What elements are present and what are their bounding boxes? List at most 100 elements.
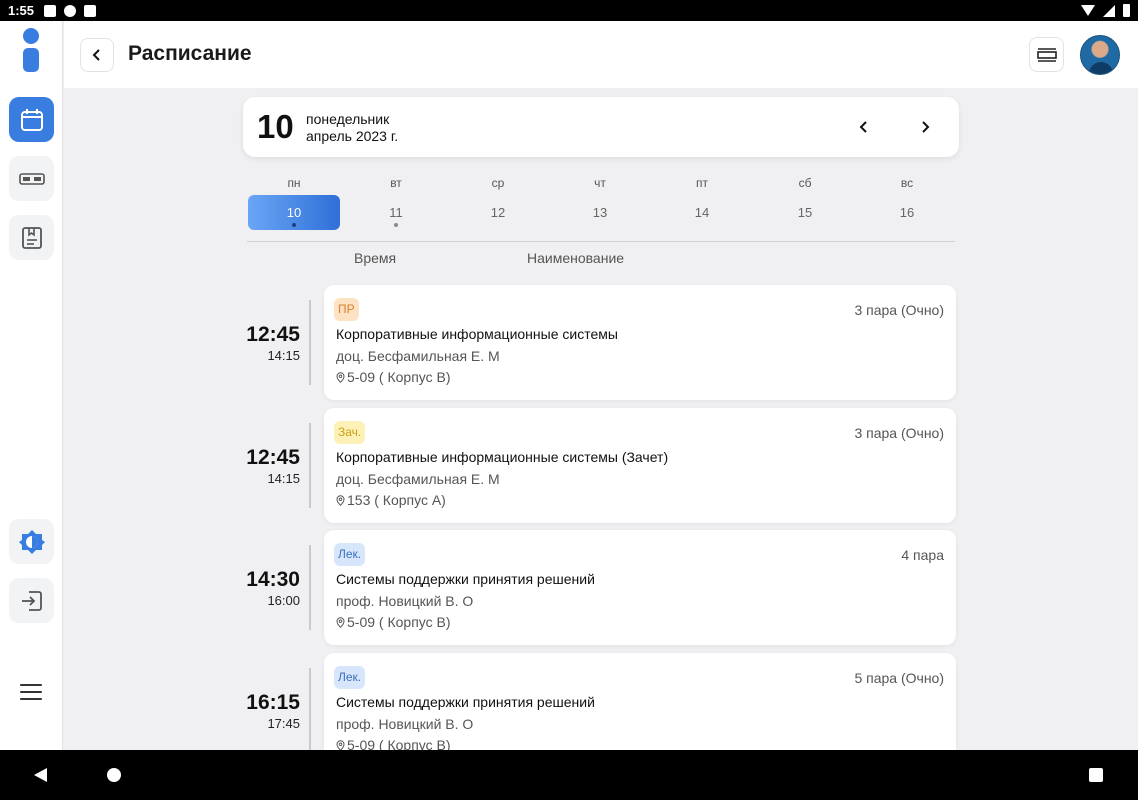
lesson-start-time: 12:45 (246, 446, 300, 469)
day-abbr: пн (287, 176, 301, 190)
battery-icon (1123, 4, 1130, 17)
day-number: 16 (899, 205, 915, 220)
back-button[interactable] (80, 38, 114, 72)
chevron-left-icon (859, 121, 867, 133)
day-abbr: вт (390, 176, 402, 190)
lesson-room-text: 5-09 ( Корпус В) (347, 614, 451, 630)
calendar-icon (20, 108, 43, 131)
nav-back-icon[interactable] (34, 768, 47, 782)
app-header: Расписание (64, 21, 1138, 88)
day-abbr: пт (696, 176, 708, 190)
lesson-teacher: доц. Бесфамильная Е. М (336, 348, 500, 364)
week-divider (247, 241, 955, 242)
location-pin-icon (336, 739, 345, 751)
day-saturday[interactable]: сб 15 (759, 170, 851, 232)
sd-card-icon (84, 4, 97, 17)
lesson-end-time: 14:15 (267, 471, 300, 486)
day-sunday[interactable]: вс 16 (861, 170, 953, 232)
nav-recents-icon[interactable] (1089, 768, 1103, 782)
day-cell: 10 (248, 195, 340, 230)
lesson-card[interactable]: ПР 3 пара (Очно) Корпоративные информаци… (324, 285, 956, 400)
lesson-room-text: 153 ( Корпус А) (347, 492, 446, 508)
back-chevron-icon (92, 49, 100, 61)
rail-theme-button[interactable] (9, 519, 54, 564)
day-wednesday[interactable]: ср 12 (452, 170, 544, 232)
lesson-start-time: 16:15 (246, 691, 300, 714)
lesson-room-text: 5-09 ( Корпус В) (347, 369, 451, 385)
lesson-start-time: 12:45 (246, 323, 300, 346)
lesson-card[interactable]: Зач. 3 пара (Очно) Корпоративные информа… (324, 408, 956, 523)
selected-month-year: апрель 2023 г. (306, 128, 399, 144)
lesson-type-badge: ПР (334, 298, 359, 321)
day-monday[interactable]: пн 10 (248, 170, 340, 232)
lesson-end-time: 16:00 (267, 593, 300, 608)
lesson-title: Системы поддержки принятия решений (336, 571, 595, 587)
lesson-card[interactable]: Лек. 4 пара Системы поддержки принятия р… (324, 530, 956, 645)
lesson-type-badge: Зач. (334, 421, 366, 444)
column-header-time: Время (354, 250, 397, 266)
rail-journal-button[interactable] (9, 215, 54, 260)
day-cell: 15 (759, 195, 851, 230)
day-cell: 11 (350, 195, 442, 230)
day-cell: 16 (861, 195, 953, 230)
lesson-timeline-bar (309, 545, 311, 630)
day-abbr: вс (900, 176, 914, 190)
rail-tickets-button[interactable] (9, 156, 54, 201)
week-strip: пн 10 вт 11 ср 12 чт 13 пт 14 сб 15 вс 1… (243, 170, 959, 232)
wifi-icon (1081, 5, 1095, 16)
lesson-teacher: проф. Новицкий В. О (336, 593, 474, 609)
day-number: 10 (286, 205, 302, 220)
lesson-timeline-bar (309, 300, 311, 385)
location-pin-icon (336, 371, 345, 383)
day-cell: 14 (656, 195, 748, 230)
signal-icon (1103, 4, 1115, 17)
lesson-title: Корпоративные информационные системы (За… (336, 449, 669, 465)
logout-icon (21, 590, 42, 611)
lesson-row: 12:45 14:15 Зач. 3 пара (Очно) Корпорати… (240, 408, 956, 523)
event-dot (292, 223, 296, 227)
lesson-pair-info: 3 пара (Очно) (854, 302, 944, 318)
rail-schedule-button[interactable] (9, 97, 54, 142)
view-toggle-button[interactable] (1029, 37, 1064, 72)
day-thursday[interactable]: чт 13 (554, 170, 646, 232)
day-abbr: ср (491, 176, 505, 190)
status-time: 1:55 (8, 3, 35, 18)
day-number: 11 (389, 205, 403, 220)
lesson-timeline-bar (309, 423, 311, 508)
lesson-pair-info: 3 пара (Очно) (854, 425, 944, 441)
bookmark-journal-icon (21, 226, 42, 249)
event-dot (394, 223, 398, 227)
lesson-type-badge: Лек. (334, 666, 366, 689)
side-rail (0, 21, 63, 750)
lesson-pair-info: 4 пара (901, 547, 944, 563)
selected-day-number: 10 (257, 108, 294, 145)
day-friday[interactable]: пт 14 (656, 170, 748, 232)
lesson-row: 14:30 16:00 Лек. 4 пара Системы поддержк… (240, 530, 956, 645)
lesson-teacher: проф. Новицкий В. О (336, 716, 474, 732)
next-week-button[interactable] (913, 115, 937, 139)
status-bar: 1:55 (0, 0, 1138, 21)
nav-home-icon[interactable] (107, 768, 121, 782)
day-abbr: сб (798, 176, 812, 190)
view-toggle-icon (1036, 47, 1057, 62)
chevron-right-icon (922, 121, 930, 133)
lesson-start-time: 14:30 (246, 568, 300, 591)
location-pin-icon (336, 494, 345, 506)
selected-weekday: понедельник (306, 111, 390, 127)
day-number: 12 (490, 205, 506, 220)
previous-week-button[interactable] (852, 115, 876, 139)
user-avatar[interactable] (1080, 35, 1120, 75)
location-pin-icon (336, 616, 345, 628)
menu-icon[interactable] (20, 684, 42, 700)
system-nav-bar (0, 750, 1138, 800)
lesson-end-time: 14:15 (267, 348, 300, 363)
day-number: 13 (592, 205, 608, 220)
rail-logout-button[interactable] (9, 578, 54, 623)
lesson-row: 12:45 14:15 ПР 3 пара (Очно) Корпоративн… (240, 285, 956, 400)
day-number: 15 (797, 205, 813, 220)
day-tuesday[interactable]: вт 11 (350, 170, 442, 232)
lesson-type-badge: Лек. (334, 543, 366, 566)
column-header-name: Наименование (527, 250, 625, 266)
lesson-title: Системы поддержки принятия решений (336, 694, 595, 710)
app-logo (22, 28, 40, 74)
